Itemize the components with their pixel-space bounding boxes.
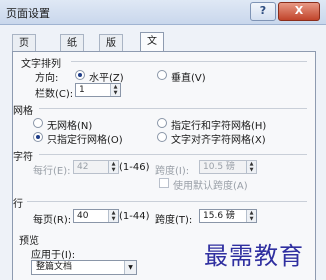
close-button[interactable]: X	[278, 2, 320, 21]
lines-section-label: 行	[13, 199, 23, 210]
section-divider	[39, 108, 307, 109]
char-pitch-value[interactable]: 10.5 磅	[203, 161, 235, 173]
line-and-char-grid-radio[interactable]	[157, 118, 167, 128]
lines-per-page-spinner[interactable]: 40 ▲ ▼	[73, 209, 119, 223]
chars-per-line-value[interactable]: 42	[77, 161, 88, 173]
vertical-label[interactable]: 垂直(V)	[171, 69, 206, 84]
tab-paper[interactable]: 纸张	[60, 34, 84, 66]
snap-to-char-grid-radio[interactable]	[157, 132, 167, 142]
default-pitch-label[interactable]: 使用默认跨度(A)	[173, 177, 248, 192]
direction-label: 方向:	[35, 73, 59, 84]
chars-per-line-label: 每行(E):	[33, 166, 71, 177]
preview-section-label: 预览	[19, 236, 39, 247]
line-pitch-value[interactable]: 15.6 磅	[203, 210, 235, 222]
apply-to-select[interactable]: 整篇文档 ▼	[31, 260, 137, 275]
columns-spinner[interactable]: 1 ▲ ▼	[75, 83, 121, 97]
horizontal-radio[interactable]	[75, 70, 85, 80]
lines-per-page-label: 每页(R):	[33, 215, 72, 226]
char-pitch-spinner[interactable]: 10.5 磅 ▲ ▼	[199, 160, 257, 174]
tab-margins[interactable]: 页边距	[12, 34, 36, 83]
lines-only-grid-label[interactable]: 只指定行网格(O)	[47, 131, 123, 146]
watermark-text: 最需教育	[204, 242, 304, 270]
vertical-radio[interactable]	[157, 70, 167, 80]
chars-range: (1-46)	[119, 162, 150, 173]
grid-section-label: 网格	[13, 106, 33, 117]
dialog-title: 页面设置	[6, 7, 50, 20]
section-divider	[39, 154, 307, 155]
apply-to-value[interactable]: 整篇文档	[36, 261, 72, 274]
lines-only-grid-radio[interactable]	[33, 132, 43, 142]
spin-arrows-icon[interactable]: ▲ ▼	[110, 84, 120, 96]
section-divider	[71, 61, 307, 62]
lines-per-page-value[interactable]: 40	[77, 210, 88, 222]
lines-range: (1-44)	[119, 211, 150, 222]
chevron-down-icon[interactable]: ▼	[124, 261, 136, 274]
columns-value[interactable]: 1	[79, 84, 85, 96]
tab-layout[interactable]: 版式	[99, 34, 123, 66]
spin-arrows-icon[interactable]: ▲ ▼	[246, 210, 256, 222]
spin-arrows-icon[interactable]: ▲ ▼	[246, 161, 256, 173]
char-pitch-label: 跨度(I):	[155, 166, 190, 177]
no-grid-label[interactable]: 无网格(N)	[47, 117, 92, 132]
section-divider	[27, 201, 307, 202]
default-pitch-checkbox[interactable]	[159, 178, 169, 188]
text-direction-section-label: 文字排列	[21, 59, 61, 70]
line-pitch-spinner[interactable]: 15.6 磅 ▲ ▼	[199, 209, 257, 223]
snap-to-char-grid-label[interactable]: 文字对齐字符网格(X)	[171, 131, 266, 146]
columns-label: 栏数(C):	[35, 89, 74, 100]
line-and-char-grid-label[interactable]: 指定行和字符网格(H)	[171, 117, 266, 132]
apply-to-label: 应用于(I):	[31, 250, 76, 261]
chars-per-line-spinner[interactable]: 42 ▲ ▼	[73, 160, 119, 174]
spin-arrows-icon[interactable]: ▲ ▼	[108, 161, 118, 173]
title-bar: 页面设置 ? X	[0, 0, 326, 25]
chars-section-label: 字符	[13, 152, 33, 163]
no-grid-radio[interactable]	[33, 118, 43, 128]
line-pitch-label: 跨度(T):	[155, 215, 193, 226]
horizontal-label[interactable]: 水平(Z)	[89, 69, 124, 84]
help-button[interactable]: ?	[250, 2, 276, 21]
tab-document-grid[interactable]: 文档网格	[140, 32, 164, 98]
spin-arrows-icon[interactable]: ▲ ▼	[108, 210, 118, 222]
